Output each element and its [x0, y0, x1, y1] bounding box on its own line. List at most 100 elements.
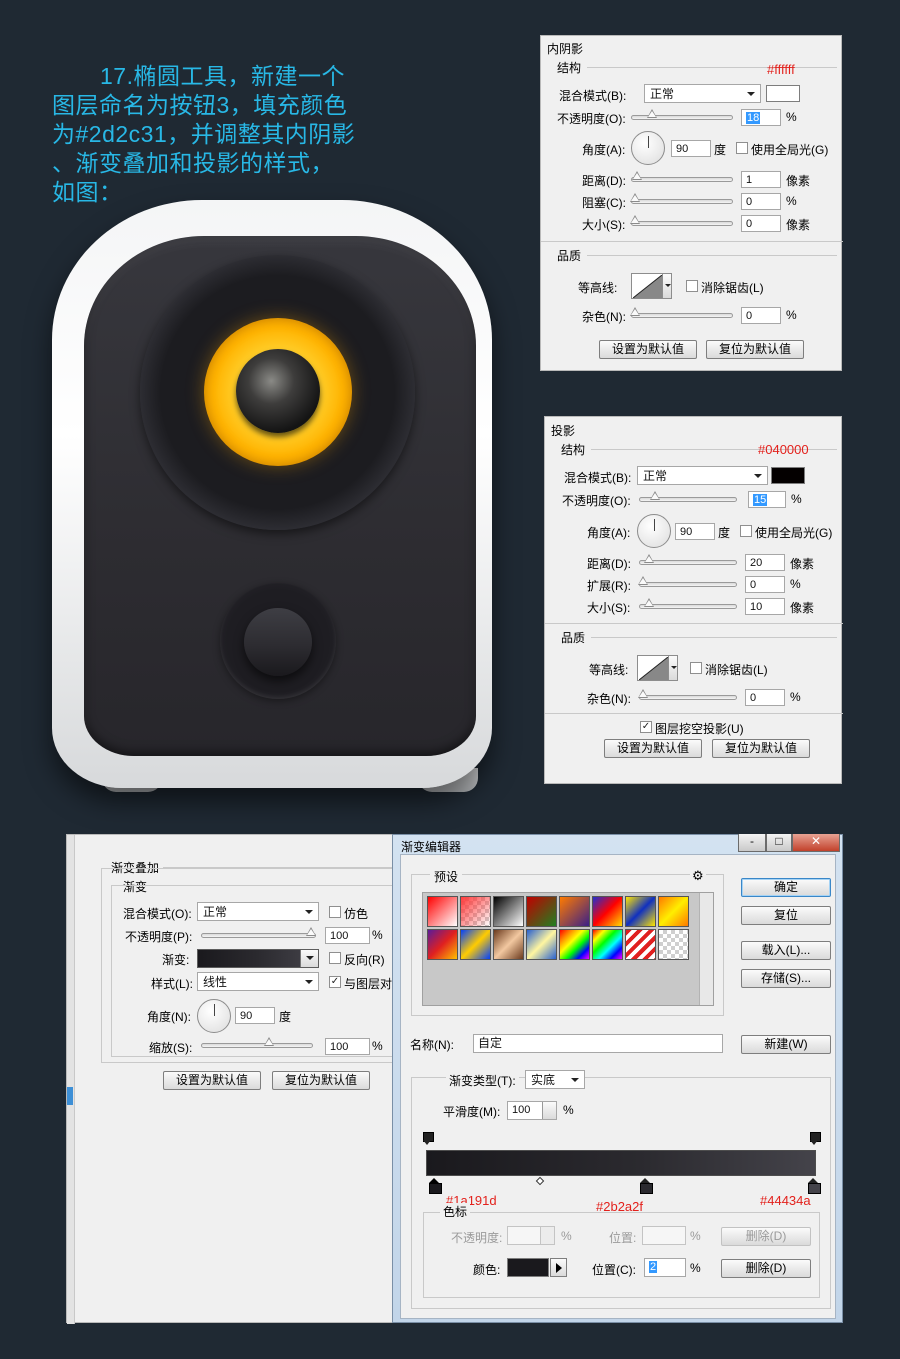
preset-swatch[interactable] [559, 929, 590, 960]
reset-button[interactable]: 复位 [741, 906, 831, 925]
slider-thumb[interactable] [632, 171, 642, 181]
contour-preview[interactable] [631, 273, 663, 299]
contour-dropdown[interactable] [668, 655, 678, 681]
color-stop-right[interactable] [808, 1178, 821, 1194]
opacity-input[interactable]: 100 [325, 927, 370, 944]
make-default-button[interactable]: 设置为默认值 [599, 340, 697, 359]
slider-thumb[interactable] [647, 109, 657, 119]
blend-mode-select[interactable]: 正常 [197, 902, 319, 921]
slider-thumb[interactable] [650, 491, 660, 501]
stepper-arrow-icon[interactable] [542, 1102, 556, 1119]
spread-input[interactable]: 0 [745, 576, 785, 593]
size-slider[interactable] [630, 215, 733, 226]
presets-scrollbar[interactable] [699, 893, 713, 1005]
ok-button[interactable]: 确定 [741, 878, 831, 897]
close-button[interactable]: ✕ [792, 834, 840, 852]
global-light-checkbox[interactable] [736, 142, 748, 154]
gear-icon[interactable]: ⚙ [690, 868, 706, 884]
spread-slider[interactable] [638, 576, 737, 587]
slider-thumb[interactable] [638, 689, 648, 699]
choke-slider[interactable] [630, 193, 733, 204]
slider-thumb[interactable] [644, 554, 654, 564]
knockout-checkbox[interactable]: ✓ [640, 721, 652, 733]
antialias-checkbox[interactable] [686, 280, 698, 292]
opacity-input[interactable]: 18 [741, 109, 781, 126]
angle-input[interactable]: 90 [671, 140, 711, 157]
reset-default-button[interactable]: 复位为默认值 [272, 1071, 370, 1090]
dither-checkbox[interactable] [329, 906, 341, 918]
preset-swatch[interactable] [493, 929, 524, 960]
style-select[interactable]: 线性 [197, 972, 319, 991]
preset-swatch[interactable] [526, 896, 557, 927]
preset-swatch[interactable] [427, 896, 458, 927]
color-stop-middle[interactable] [640, 1178, 653, 1194]
scale-input[interactable]: 100 [325, 1038, 370, 1055]
noise-slider[interactable] [638, 689, 737, 700]
angle-input[interactable]: 90 [675, 523, 715, 540]
opacity-slider[interactable] [639, 491, 737, 502]
opacity-stop-left[interactable] [423, 1132, 434, 1146]
shadow-color-swatch[interactable] [766, 85, 800, 102]
contour-preview[interactable] [637, 655, 669, 681]
global-light-checkbox[interactable] [740, 525, 752, 537]
preset-swatch[interactable] [592, 929, 623, 960]
slider-thumb[interactable] [630, 193, 640, 203]
preset-swatch[interactable] [658, 929, 689, 960]
size-input[interactable]: 10 [745, 598, 785, 615]
distance-input[interactable]: 1 [741, 171, 781, 188]
new-gradient-button[interactable]: 新建(W) [741, 1035, 831, 1054]
name-input[interactable]: 自定 [473, 1034, 723, 1053]
opacity-input[interactable]: 15 [748, 491, 786, 508]
angle-dial[interactable] [197, 999, 231, 1033]
slider-thumb[interactable] [630, 307, 640, 317]
slider-thumb[interactable] [638, 576, 648, 586]
delete-color-stop-button[interactable]: 删除(D) [721, 1259, 811, 1278]
choke-input[interactable]: 0 [741, 193, 781, 210]
preset-swatch[interactable] [625, 896, 656, 927]
reverse-checkbox[interactable] [329, 952, 341, 964]
reset-default-button[interactable]: 复位为默认值 [706, 340, 804, 359]
opacity-slider[interactable] [631, 109, 733, 120]
opacity-stop-right[interactable] [810, 1132, 821, 1146]
noise-input[interactable]: 0 [745, 689, 785, 706]
size-input[interactable]: 0 [741, 215, 781, 232]
scale-slider[interactable] [201, 1037, 313, 1048]
preset-swatch[interactable] [526, 929, 557, 960]
shadow-color-swatch[interactable] [771, 467, 805, 484]
gradient-bar[interactable] [426, 1150, 816, 1176]
blend-mode-select[interactable]: 正常 [637, 466, 768, 485]
preset-swatch[interactable] [493, 896, 524, 927]
align-layer-checkbox[interactable]: ✓ [329, 976, 341, 988]
preset-swatch[interactable] [625, 929, 656, 960]
reset-default-button[interactable]: 复位为默认值 [712, 739, 810, 758]
preset-swatch[interactable] [592, 896, 623, 927]
save-button[interactable]: 存储(S)... [741, 969, 831, 988]
angle-dial[interactable] [637, 514, 671, 548]
stop-color-position-input[interactable]: 2 [644, 1258, 686, 1277]
preset-swatch[interactable] [559, 896, 590, 927]
noise-slider[interactable] [630, 307, 733, 318]
slider-thumb[interactable] [264, 1037, 274, 1047]
make-default-button[interactable]: 设置为默认值 [163, 1071, 261, 1090]
slider-thumb[interactable] [306, 927, 316, 937]
smoothness-input[interactable]: 100 [507, 1101, 557, 1120]
contour-dropdown[interactable] [662, 273, 672, 299]
noise-input[interactable]: 0 [741, 307, 781, 324]
size-slider[interactable] [639, 598, 737, 609]
gradient-type-select[interactable]: 实底 [525, 1070, 585, 1089]
blend-mode-select[interactable]: 正常 [644, 84, 761, 103]
distance-slider[interactable] [631, 171, 733, 182]
load-button[interactable]: 载入(L)... [741, 941, 831, 960]
preset-swatch[interactable] [658, 896, 689, 927]
gradient-dropdown[interactable] [300, 950, 318, 967]
minimize-button[interactable]: - [738, 834, 766, 852]
stop-color-swatch[interactable] [507, 1258, 549, 1277]
preset-swatch[interactable] [427, 929, 458, 960]
distance-slider[interactable] [639, 554, 737, 565]
make-default-button[interactable]: 设置为默认值 [604, 739, 702, 758]
maximize-button[interactable]: □ [766, 834, 792, 852]
angle-dial[interactable] [631, 131, 665, 165]
angle-input[interactable]: 90 [235, 1007, 275, 1024]
antialias-checkbox[interactable] [690, 662, 702, 674]
preset-swatch[interactable] [460, 929, 491, 960]
